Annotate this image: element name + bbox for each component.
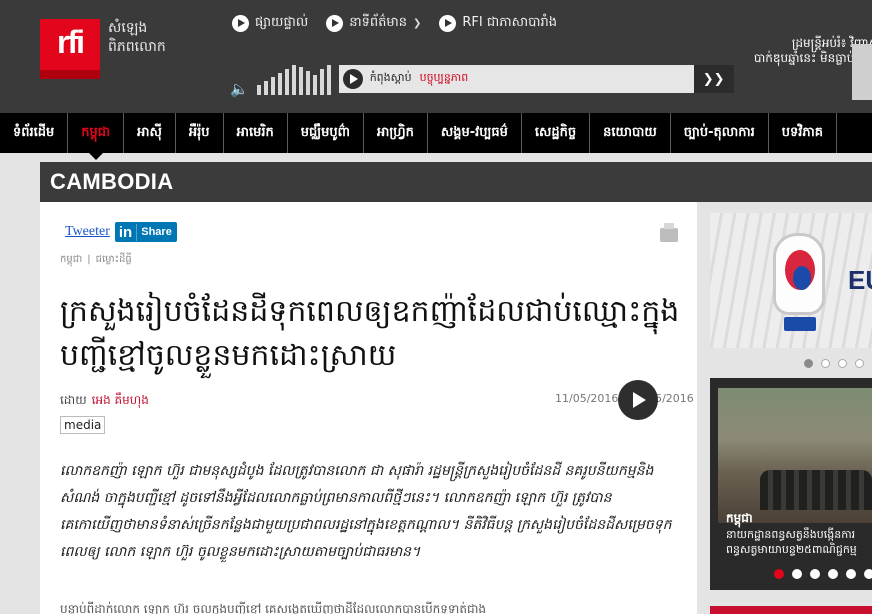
linkedin-share-button[interactable]: in Share: [114, 222, 177, 242]
live-label: កំពុងស្ដាប់: [369, 71, 412, 84]
carousel-dot[interactable]: [821, 359, 830, 368]
nav-item-europe[interactable]: អឺរ៉ុប: [176, 113, 224, 153]
carousel-dot[interactable]: [792, 569, 802, 579]
program-name[interactable]: បច្ចុប្បន្នភាព: [420, 71, 469, 87]
top-link-live[interactable]: ផ្សាយផ្ទាល់: [232, 14, 308, 33]
rfi-logo[interactable]: rfi: [40, 19, 100, 79]
logo-strip: [40, 70, 100, 79]
tweet-link[interactable]: Tweeter: [65, 224, 110, 240]
chevron-down-icon[interactable]: ❯❯: [693, 65, 734, 93]
nav-item-africa[interactable]: អាហ្វ្រិក: [364, 113, 428, 153]
carousel-dot[interactable]: [774, 569, 784, 579]
news-photo-crowd: [760, 470, 872, 510]
volume-bar: [312, 75, 317, 95]
top-link-label: នាទីព័ត៌មាន: [349, 15, 407, 30]
byline: ដោយ អេង គឹមហុង: [60, 392, 149, 410]
card-text: EU: [848, 265, 872, 295]
article: Tweeter in Share កម្ពុជា | ជម្លោះដីធ្លី ក្…: [40, 202, 697, 614]
nav-item-america[interactable]: អាមេរិក: [224, 113, 288, 153]
brand-line-2: ពិភពលោក: [108, 39, 166, 55]
trophy-base: [784, 317, 816, 331]
nav-item-asia[interactable]: អាស៊ី: [124, 113, 176, 153]
volume-level-icon[interactable]: [256, 63, 331, 95]
nav-item-society-culture[interactable]: សង្គម-វប្បធម៌: [428, 113, 522, 153]
sidebar-card-next[interactable]: [710, 606, 872, 614]
carousel-dot[interactable]: [838, 359, 847, 368]
nav-item-middle-east[interactable]: មជ្ឈឹមបូព៌ា: [288, 113, 364, 153]
top-link-french[interactable]: RFI ជាភាសាបារាំង: [439, 14, 557, 33]
play-icon[interactable]: [342, 69, 363, 89]
by-label: ដោយ: [60, 393, 87, 407]
main-nav: ទំព័រដើម កម្ពុជា អាស៊ី អឺរ៉ុប អាមេរិក មជ…: [0, 113, 872, 160]
brand-line-1: សំឡេង: [108, 20, 148, 36]
chevron-down-icon: ❯: [412, 18, 422, 29]
play-circle-icon: [439, 15, 457, 32]
media-tag[interactable]: media: [60, 416, 106, 434]
card-caption-line-2: ពន្ធសត្វមាយាបន្ទ២៥ពាណិជ្ជកម្ម: [726, 543, 857, 556]
brand-tagline: សំឡេង ពិភពលោក: [108, 19, 166, 57]
volume-bar: [284, 69, 289, 95]
date-published: 11/05/2016: [555, 392, 619, 405]
top-link-label: ផ្សាយផ្ទាល់: [255, 15, 309, 30]
article-body: បន្ទាប់ពីដាក់លោក ឡោក ហ៊ួរ ចូលក្នុងបញ្ជីខ…: [60, 602, 486, 614]
breadcrumb-separator: |: [87, 254, 91, 265]
print-icon[interactable]: [660, 223, 678, 242]
breadcrumb: កម្ពុជា | ជម្លោះដីធ្លី: [60, 252, 132, 267]
volume-bar: [326, 65, 331, 95]
volume-bar: [263, 81, 268, 95]
speaker-icon[interactable]: 🔈: [230, 80, 249, 98]
promo-image[interactable]: [852, 44, 872, 100]
carousel-dot[interactable]: [810, 569, 820, 579]
volume-bar: [277, 73, 282, 95]
play-circle-icon: [326, 15, 344, 32]
section-header: CAMBODIA: [40, 162, 872, 202]
audio-play-icon[interactable]: [618, 380, 658, 420]
site-header: rfi សំឡេង ពិភពលោក ផ្សាយផ្ទាល់ នាទីព័ត៌មា…: [0, 0, 872, 113]
article-title: ក្រសួងរៀបចំដែនដីទុកពេលឲ្យឧកញ៉ាដែលជាប់ឈ្ម…: [60, 294, 680, 373]
carousel-dot[interactable]: [864, 569, 872, 579]
sidebar-card-news[interactable]: កម្ពុជា នាយកដ្ឋានពន្ធសត្វនឹងបង្កើនការ ពន…: [710, 378, 872, 590]
carousel-dots: [774, 569, 872, 579]
volume-bar: [305, 71, 310, 95]
live-stream-bar[interactable]: កំពុងស្ដាប់ បច្ចុប្បន្នភាព: [338, 65, 694, 93]
carousel-dots: [804, 359, 864, 368]
carousel-dot[interactable]: [804, 359, 813, 368]
volume-bar: [319, 69, 324, 95]
card-category: កម្ពុជា: [726, 511, 753, 525]
carousel-dot[interactable]: [855, 359, 864, 368]
author-link[interactable]: អេង គឹមហុង: [92, 393, 149, 407]
nav-item-home[interactable]: ទំព័រដើម: [0, 113, 69, 153]
play-circle-icon: [232, 15, 249, 32]
nav-item-cambodia[interactable]: កម្ពុជា: [68, 113, 125, 160]
audio-player: 🔈 កំពុងស្ដាប់ បច្ចុប្បន្នភាព ❯❯: [230, 60, 734, 98]
top-link-label: RFI ជាភាសាបារាំង: [462, 15, 557, 30]
top-links: ផ្សាយផ្ទាល់ នាទីព័ត៌មាន ❯ RFI ជាភាសាបារា…: [232, 14, 557, 33]
volume-bar: [291, 65, 296, 95]
volume-bar: [256, 85, 261, 95]
trophy-icon: [773, 233, 825, 315]
nav-item-politics[interactable]: នយោបាយ: [590, 113, 671, 153]
article-lead: លោកឧកញ៉ា ឡោក ហ៊ួរ ជាមនុស្សដំបូង ដែលត្រូវ…: [60, 463, 672, 560]
top-link-news[interactable]: នាទីព័ត៌មាន ❯: [326, 14, 421, 33]
breadcrumb-item[interactable]: កម្ពុជា: [60, 254, 82, 265]
nav-item-analysis[interactable]: បទវិភាគ: [769, 113, 838, 153]
share-bar: Tweeter in Share: [65, 222, 177, 242]
volume-bar: [298, 67, 303, 95]
card-caption: នាយកដ្ឋានពន្ធសត្វនឹងបង្កើនការ ពន្ធសត្វមា…: [726, 527, 872, 557]
carousel-dot[interactable]: [828, 569, 838, 579]
sidebar-card-euro[interactable]: EU: [710, 213, 872, 348]
logo-text: rfi: [57, 24, 85, 60]
breadcrumb-item[interactable]: ជម្លោះដីធ្លី: [96, 254, 132, 265]
carousel-dot[interactable]: [846, 569, 856, 579]
linkedin-icon: in: [115, 223, 138, 241]
nav-item-economy[interactable]: សេដ្ឋកិច្ច: [522, 113, 591, 153]
nav-item-law-justice[interactable]: ច្បាប់-តុលាការ: [671, 113, 769, 153]
card-caption-line-1: នាយកដ្ឋានពន្ធសត្វនឹងបង្កើនការ: [726, 528, 856, 541]
linkedin-share-label: Share: [141, 226, 172, 238]
section-title: CAMBODIA: [50, 169, 174, 194]
volume-bar: [270, 77, 275, 95]
